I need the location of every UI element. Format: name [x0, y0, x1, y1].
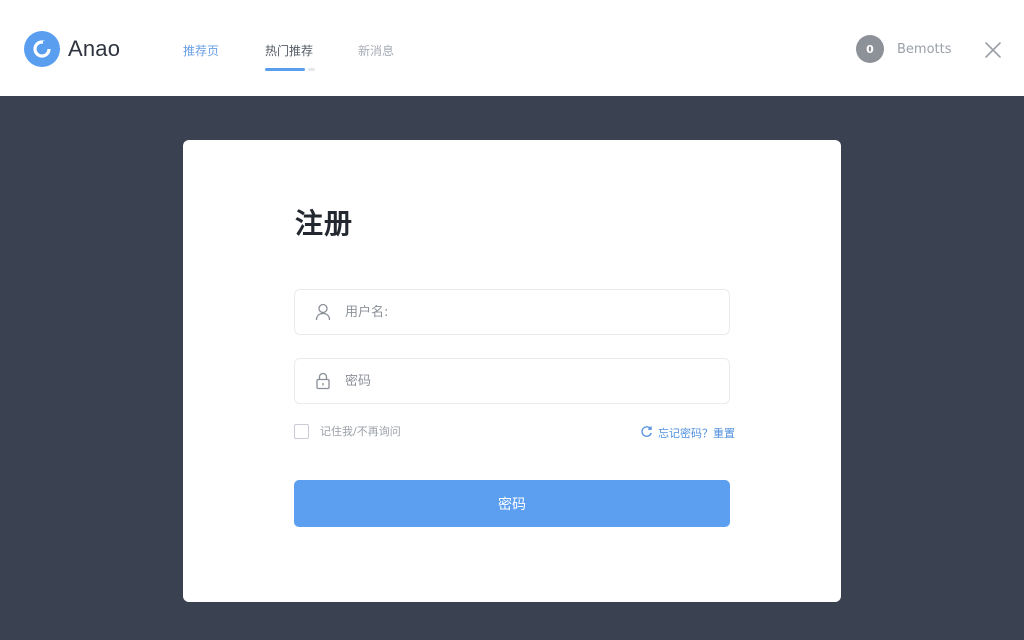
password-input[interactable]: [345, 373, 705, 389]
user-icon: [315, 303, 331, 321]
forgot-password-link[interactable]: 忘记密码？重置: [640, 423, 735, 442]
logo[interactable]: Anao: [24, 31, 120, 67]
nav-tab-hot[interactable]: 热门推荐: [265, 42, 313, 59]
tab-indicator-track: [308, 68, 315, 71]
username-input[interactable]: [345, 304, 705, 320]
register-card: 注册 记住我/不再询问 忘记密码？: [183, 140, 841, 602]
user-menu[interactable]: 0 Bemotts: [856, 35, 952, 63]
nav-tab-messages[interactable]: 新消息: [358, 42, 394, 59]
avatar-initial: 0: [866, 42, 874, 56]
username-label: Bemotts: [897, 41, 952, 57]
remember-me[interactable]: 记住我/不再询问: [294, 423, 401, 439]
avatar: 0: [856, 35, 884, 63]
refresh-icon: [640, 423, 653, 442]
page-title: 注册: [295, 207, 354, 240]
logo-mark-icon: [24, 31, 60, 67]
logo-text: Anao: [68, 36, 121, 61]
nav-tab-recommend[interactable]: 推荐页: [183, 42, 219, 59]
lock-icon: [315, 372, 331, 390]
forgot-password-label: 忘记密码？重置: [658, 426, 735, 440]
top-bar: Anao 推荐页 热门推荐 新消息 0 Bemotts: [0, 0, 1024, 96]
username-field[interactable]: [294, 289, 730, 335]
close-icon[interactable]: [983, 40, 1003, 60]
submit-button[interactable]: 密码: [294, 480, 730, 527]
remember-checkbox[interactable]: [294, 423, 309, 439]
remember-label: 记住我/不再询问: [320, 425, 401, 438]
password-field[interactable]: [294, 358, 730, 404]
active-tab-indicator: [265, 68, 305, 71]
